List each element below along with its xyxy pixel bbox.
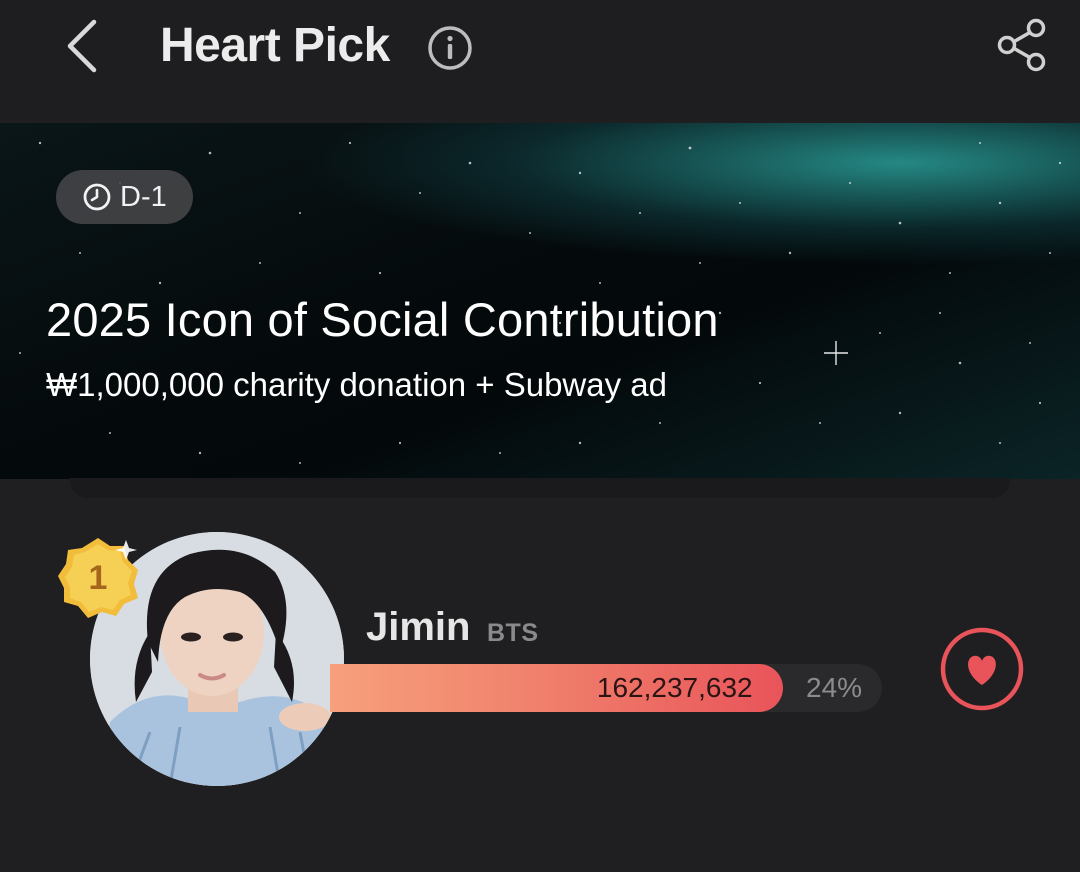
artist-name: Jimin: [366, 605, 471, 649]
rank-number: 1: [88, 559, 108, 597]
top-bar: Heart Pick: [0, 0, 1080, 120]
event-banner[interactable]: D-1 2025 Icon of Social Contribution ₩1,…: [0, 123, 1080, 479]
chevron-left-icon: [67, 19, 97, 73]
vote-progress-fill: 162,237,632: [330, 664, 783, 712]
vote-count: 162,237,632: [596, 672, 753, 703]
back-button[interactable]: [56, 18, 108, 74]
page-title: Heart Pick: [160, 19, 390, 72]
heart-icon: [940, 627, 1024, 711]
heart-pick-screen: Heart Pick D-1 2025 Icon of Social Contr…: [0, 0, 1080, 872]
share-button[interactable]: [994, 16, 1052, 74]
vote-heart-button[interactable]: [938, 625, 1026, 713]
card-edge: [70, 478, 1010, 498]
info-icon: [428, 26, 472, 70]
event-subtitle: ₩1,000,000 charity donation + Subway ad: [46, 366, 667, 403]
info-button[interactable]: [426, 24, 474, 72]
share-icon: [997, 18, 1046, 72]
event-title: 2025 Icon of Social Contribution: [46, 293, 719, 346]
vote-percent: 24%: [806, 672, 863, 703]
vote-progress-track: 162,237,632: [330, 664, 882, 712]
rank-badge: 1: [52, 532, 144, 624]
clock-icon: [83, 183, 111, 211]
countdown-text: D-1: [120, 181, 167, 213]
ranking-row[interactable]: 1 Jimin BTS 162,237,632 24%: [0, 520, 1080, 820]
countdown-badge: D-1: [56, 170, 193, 224]
artist-group: BTS: [487, 619, 539, 647]
